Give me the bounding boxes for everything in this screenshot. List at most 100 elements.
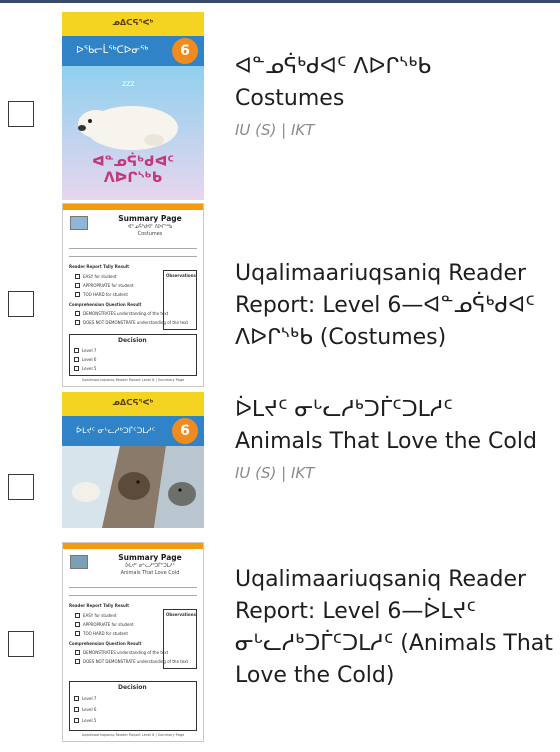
sheet-option: EASY for student: [83, 274, 117, 279]
item-subtitle: Costumes: [235, 85, 345, 111]
level-badge: 6: [172, 38, 198, 64]
sheet-cover-image: [70, 555, 88, 569]
sheet-option: DEMONSTRATES understanding of the text: [83, 650, 169, 655]
sheet-subtitle: Costumes: [137, 231, 163, 237]
sheet-level-option: Level 6: [82, 707, 97, 712]
sheet-header: Summary Page ᐆᒪᔪᑦ ᓂᒡᓚᓱᒃᑐᒦᑦᑐᒪᓱᑦ Animals T…: [101, 553, 199, 576]
sheet-checkbox: [75, 631, 80, 636]
sheet-header-bar: [63, 543, 203, 549]
list-item: Summary Page ᐊᓐᓄᕌᒃᑯᐊᑦ ᐱᐅᒋᔅᒃᑲ Costumes Re…: [0, 203, 560, 393]
svg-text:zzz: zzz: [122, 79, 135, 88]
cover-band-label: ᐆᒪᔪᑦ ᓂᒡᓚᓱᒃᑐᒦᑦᑐᒪᓱᑦ: [76, 426, 156, 435]
sheet-line: [69, 248, 197, 249]
sheet-subtitle-native: ᐊᓐᓄᕌᒃᑯᐊᑦ ᐱᐅᒋᔅᒃᑲ: [127, 224, 173, 230]
book-cover: ᓄᐃᑕᕋᕐᐸᒃ ᐆᒪᔪᑦ ᓂᒡᓚᓱᒃᑐᒦᑦᑐᒪᓱᑦ 6: [62, 392, 204, 528]
summary-page-sheet: Summary Page ᐆᒪᔪᑦ ᓂᒡᓚᓱᒃᑐᒦᑦᑐᒪᓱᑦ Animals T…: [62, 542, 204, 742]
sheet-checkbox: [75, 311, 80, 316]
sheet-level-option: Level 7: [82, 348, 97, 353]
sheet-header-bar: [63, 204, 203, 210]
select-checkbox[interactable]: [8, 474, 34, 500]
sheet-section-1: Reader Report Tally Result: [69, 264, 130, 269]
item-text: ᐆᒪᔪᑦ ᓂᒡᓚᓱᒃᑐᒦᑦᑐᒪᓱᑦ Animals That Love the …: [235, 394, 555, 482]
sheet-checkbox: [75, 659, 80, 664]
sheet-header: Summary Page ᐊᓐᓄᕌᒃᑯᐊᑦ ᐱᐅᒋᔅᒃᑲ Costumes: [101, 214, 199, 237]
sheet-level-option: Level 5: [82, 718, 97, 723]
item-subtitle: Animals That Love the Cold: [235, 428, 537, 454]
cover-photo-collage: [62, 446, 204, 528]
sheet-checkbox: [75, 283, 80, 288]
item-title[interactable]: ᐊᓐᓄᕌᒃᑯᐊᑦ ᐱᐅᒋᔅᒃᑲ: [235, 51, 555, 83]
book-cover-thumbnail[interactable]: ᓄᐃᑕᕋᕐᐸᒃ ᐅᖃᓕᒫᖅᑕᐅᓂᖅ 6 zzz ᐊᓐᓄᕌᒃᑯᐊᑦ ᐱᐅᒋᔅᒃᑲ: [62, 12, 204, 200]
sheet-checkbox: [75, 292, 80, 297]
sheet-checkbox: [74, 718, 79, 723]
level-badge: 6: [172, 418, 198, 444]
top-divider: [0, 0, 560, 3]
select-checkbox[interactable]: [8, 101, 34, 127]
sheet-subtitle-native: ᐆᒪᔪᑦ ᓂᒡᓚᓱᒃᑐᒦᑦᑐᒪᓱᑦ: [125, 563, 175, 569]
sheet-cover-image: [70, 216, 88, 230]
sheet-decision-label: Decision: [118, 684, 147, 691]
sheet-checkbox: [74, 357, 79, 362]
summary-page-sheet: Summary Page ᐊᓐᓄᕌᒃᑯᐊᑦ ᐱᐅᒋᔅᒃᑲ Costumes Re…: [62, 203, 204, 387]
sheet-subtitle: Animals That Love Cold: [120, 570, 180, 576]
item-title[interactable]: ᐆᒪᔪᑦ ᓂᒡᓚᓱᒃᑐᒦᑦᑐᒪᓱᑦ: [235, 394, 555, 426]
sheet-title: Summary Page: [118, 553, 182, 562]
sheet-observations-box: Observations: [163, 609, 197, 669]
sheet-checkbox: [75, 274, 80, 279]
item-title[interactable]: Uqalimaariuqsaniq Reader Report: Level 6…: [235, 564, 555, 692]
sheet-footer: Uqalimaariuqsaniq Reader Report Level 6 …: [81, 733, 185, 737]
item-text: Uqalimaariuqsaniq Reader Report: Level 6…: [235, 564, 555, 692]
sheet-option: APPROPRIATE for student: [83, 622, 134, 627]
sheet-checkbox: [75, 622, 80, 627]
sheet-level-option: Level 5: [82, 366, 97, 371]
cover-series-label: ᓄᐃᑕᕋᕐᐸᒃ: [62, 12, 204, 34]
sheet-option: TOO HARD for student: [83, 292, 128, 297]
sheet-option: EASY for student: [83, 613, 117, 618]
item-meta: IU (S) | IKT: [235, 463, 315, 482]
list-item: ᓄᐃᑕᕋᕐᐸᒃ ᐆᒪᔪᑦ ᓂᒡᓚᓱᒃᑐᒦᑦᑐᒪᓱᑦ 6 ᐆᒪᔪᑦ ᓂᒡᓚᓱᒃᑐᒦ…: [0, 392, 560, 542]
sheet-line: [69, 256, 197, 257]
sheet-section-2: Comprehension Question Result: [69, 641, 142, 646]
sheet-checkbox: [74, 707, 79, 712]
book-cover: ᓄᐃᑕᕋᕐᐸᒃ ᐅᖃᓕᒫᖅᑕᐅᓂᖅ 6 zzz ᐊᓐᓄᕌᒃᑯᐊᑦ ᐱᐅᒋᔅᒃᑲ: [62, 12, 204, 200]
sheet-level-option: Level 7: [82, 696, 97, 701]
sheet-section-2: Comprehension Question Result: [69, 302, 142, 307]
cover-series-label: ᓄᐃᑕᕋᕐᐸᒃ: [62, 392, 204, 414]
document-thumbnail[interactable]: Summary Page ᐊᓐᓄᕌᒃᑯᐊᑦ ᐱᐅᒋᔅᒃᑲ Costumes Re…: [62, 203, 204, 387]
sheet-checkbox: [75, 650, 80, 655]
sheet-observations-label: Observations: [166, 612, 196, 617]
cover-title-band: ᐅᖃᓕᒫᖅᑕᐅᓂᖅ 6: [62, 36, 204, 66]
sheet-checkbox: [74, 696, 79, 701]
item-title[interactable]: Uqalimaariuqsaniq Reader Report: Level 6…: [235, 258, 555, 354]
sheet-option: DEMONSTRATES understanding of the text: [83, 311, 169, 316]
sheet-checkbox: [75, 320, 80, 325]
list-item: Summary Page ᐆᒪᔪᑦ ᓂᒡᓚᓱᒃᑐᒦᑦᑐᒪᓱᑦ Animals T…: [0, 542, 560, 752]
sheet-title: Summary Page: [118, 214, 182, 223]
item-text: Uqalimaariuqsaniq Reader Report: Level 6…: [235, 258, 555, 354]
sheet-decision-label: Decision: [118, 337, 147, 344]
sheet-line: [69, 595, 197, 596]
sheet-decision-box: Decision Level 7 Level 6 Level 5: [69, 681, 197, 731]
sheet-option: APPROPRIATE for student: [83, 283, 134, 288]
cover-title-band: ᐆᒪᔪᑦ ᓂᒡᓚᓱᒃᑐᒦᑦᑐᒪᓱᑦ 6: [62, 416, 204, 446]
item-meta: IU (S) | IKT: [235, 120, 315, 139]
sheet-option: TOO HARD for student: [83, 631, 128, 636]
sheet-checkbox: [74, 366, 79, 371]
sheet-decision-box: Decision Level 7 Level 6 Level 5: [69, 334, 197, 376]
select-checkbox[interactable]: [8, 631, 34, 657]
sheet-checkbox: [74, 348, 79, 353]
list-item: ᓄᐃᑕᕋᕐᐸᒃ ᐅᖃᓕᒫᖅᑕᐅᓂᖅ 6 zzz ᐊᓐᓄᕌᒃᑯᐊᑦ ᐱᐅᒋᔅᒃᑲ …: [0, 6, 560, 200]
sheet-observations-label: Observations: [166, 273, 196, 278]
sheet-footer: Uqalimaariuqsaniq Reader Report Level 6 …: [81, 378, 185, 382]
sheet-checkbox: [75, 613, 80, 618]
item-text: ᐊᓐᓄᕌᒃᑯᐊᑦ ᐱᐅᒋᔅᒃᑲ Costumes IU (S) | IKT: [235, 51, 555, 139]
sheet-observations-box: Observations: [163, 270, 197, 330]
sheet-section-1: Reader Report Tally Result: [69, 603, 130, 608]
document-thumbnail[interactable]: Summary Page ᐆᒪᔪᑦ ᓂᒡᓚᓱᒃᑐᒦᑦᑐᒪᓱᑦ Animals T…: [62, 542, 204, 742]
cover-band-label: ᐅᖃᓕᒫᖅᑕᐅᓂᖅ: [76, 45, 149, 56]
book-cover-thumbnail[interactable]: ᓄᐃᑕᕋᕐᐸᒃ ᐆᒪᔪᑦ ᓂᒡᓚᓱᒃᑐᒦᑦᑐᒪᓱᑦ 6: [62, 392, 204, 528]
select-checkbox[interactable]: [8, 291, 34, 317]
sheet-line: [69, 587, 197, 588]
cover-caption: ᐊᓐᓄᕌᒃᑯᐊᑦ ᐱᐅᒋᔅᒃᑲ: [91, 154, 175, 186]
sheet-level-option: Level 6: [82, 357, 97, 362]
